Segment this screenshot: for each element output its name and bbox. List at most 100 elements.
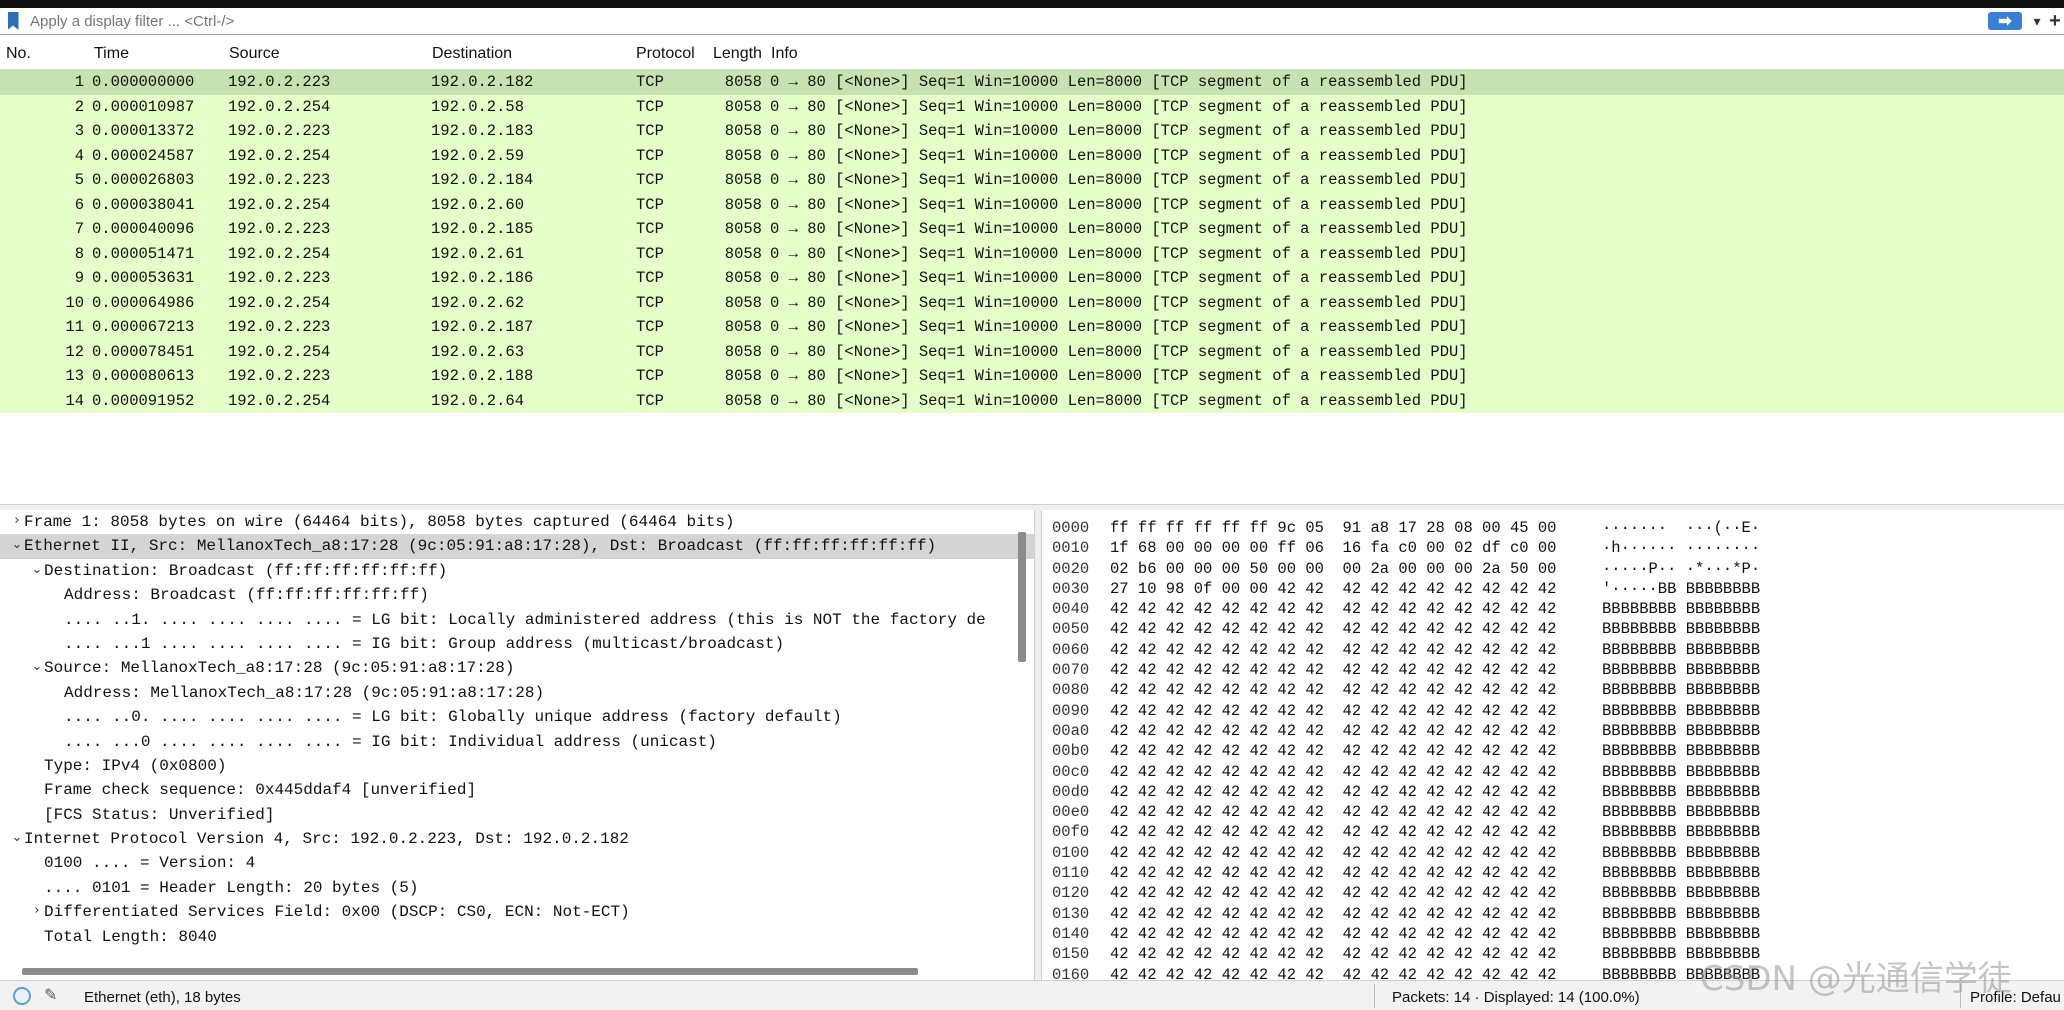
column-header-source[interactable]: Source <box>229 45 280 63</box>
vertical-pane-splitter[interactable] <box>1034 510 1042 980</box>
bytes-row[interactable]: 0030 27 10 98 0f 00 00 42 42 42 42 42 42 … <box>1042 578 2064 598</box>
bytes-row[interactable]: 00b0 42 42 42 42 42 42 42 42 42 42 42 42 … <box>1042 740 2064 760</box>
packet-protocol: TCP <box>636 97 664 116</box>
capture-comment-edit-icon[interactable]: ✎ <box>44 985 62 1004</box>
bytes-hex: 42 42 42 42 42 42 42 42 42 42 42 42 42 4… <box>1110 661 1557 680</box>
detail-tree-row[interactable]: ⌄ Source: MellanoxTech_a8:17:28 (9c:05:91… <box>0 656 1034 680</box>
packet-row[interactable]: 10 0.000064986 192.0.2.254 192.0.2.62 TCP 805… <box>0 290 2064 315</box>
packet-row[interactable]: 12 0.000078451 192.0.2.254 192.0.2.63 TCP 805… <box>0 339 2064 364</box>
packet-length: 8058 <box>724 122 762 140</box>
apply-filter-arrow-icon[interactable]: ➡ <box>1988 12 2022 30</box>
packet-row[interactable]: 7 0.000040096 192.0.2.223 192.0.2.185 TCP 805… <box>0 217 2064 242</box>
packet-row[interactable]: 3 0.000013372 192.0.2.223 192.0.2.183 TCP 805… <box>0 119 2064 144</box>
bytes-row[interactable]: 00d0 42 42 42 42 42 42 42 42 42 42 42 42 … <box>1042 781 2064 801</box>
bytes-offset: 0000 <box>1052 519 1090 537</box>
detail-tree-row[interactable]: ⌄ Destination: Broadcast (ff:ff:ff:ff:ff:… <box>0 559 1034 583</box>
detail-tree-text: 0100 .... = Version: 4 <box>44 854 256 873</box>
bytes-row[interactable]: 00a0 42 42 42 42 42 42 42 42 42 42 42 42 … <box>1042 720 2064 740</box>
bytes-hex: 42 42 42 42 42 42 42 42 42 42 42 42 42 4… <box>1110 823 1557 842</box>
detail-tree-row[interactable]: Frame check sequence: 0x445ddaf4 [unveri… <box>0 778 1034 802</box>
detail-tree-row[interactable]: .... ..0. .... .... .... .... = LG bit: … <box>0 705 1034 729</box>
bytes-row[interactable]: 0060 42 42 42 42 42 42 42 42 42 42 42 42 … <box>1042 639 2064 659</box>
display-filter-input[interactable] <box>26 9 1988 33</box>
column-header-length[interactable]: Length <box>713 45 762 63</box>
detail-tree-text: Address: MellanoxTech_a8:17:28 (9c:05:91… <box>64 683 545 702</box>
bytes-row[interactable]: 00f0 42 42 42 42 42 42 42 42 42 42 42 42 … <box>1042 821 2064 841</box>
bytes-row[interactable]: 0130 42 42 42 42 42 42 42 42 42 42 42 42 … <box>1042 903 2064 923</box>
packet-protocol: TCP <box>636 171 664 189</box>
packet-destination: 192.0.2.186 <box>431 269 534 287</box>
bytes-offset: 0110 <box>1052 864 1090 883</box>
packet-destination: 192.0.2.182 <box>431 73 534 91</box>
status-profile[interactable]: Profile: Defau <box>1970 989 2061 1006</box>
detail-tree-row[interactable]: [FCS Status: Unverified] <box>0 803 1034 827</box>
detail-tree-row[interactable]: › Differentiated Services Field: 0x00 (DS… <box>0 900 1034 924</box>
bytes-row[interactable]: 00e0 42 42 42 42 42 42 42 42 42 42 42 42 … <box>1042 801 2064 821</box>
packet-destination: 192.0.2.61 <box>431 244 525 263</box>
packet-row[interactable]: 6 0.000038041 192.0.2.254 192.0.2.60 TCP 8058… <box>0 192 2064 217</box>
details-horizontal-scrollbar[interactable] <box>22 968 918 975</box>
packet-no: 13 <box>65 367 84 385</box>
detail-tree-row[interactable]: .... ...0 .... .... .... .... = IG bit: … <box>0 730 1034 754</box>
detail-tree-row[interactable]: 0100 .... = Version: 4 <box>0 851 1034 875</box>
bytes-row[interactable]: 0040 42 42 42 42 42 42 42 42 42 42 42 42 … <box>1042 598 2064 618</box>
bytes-hex: 42 42 42 42 42 42 42 42 42 42 42 42 42 4… <box>1110 864 1557 883</box>
packet-no: 8 <box>74 244 84 263</box>
packet-protocol: TCP <box>636 195 664 214</box>
bytes-row[interactable]: 0000 ff ff ff ff ff ff 9c 05 91 a8 17 28 … <box>1042 517 2064 537</box>
bytes-ascii: ·h······ ········ <box>1602 539 1761 558</box>
bytes-row[interactable]: 0050 42 42 42 42 42 42 42 42 42 42 42 42 … <box>1042 618 2064 638</box>
detail-tree-row[interactable]: .... ..1. .... .... .... .... = LG bit: … <box>0 608 1034 632</box>
packet-destination: 192.0.2.58 <box>431 97 525 116</box>
detail-tree-row[interactable]: › Frame 1: 8058 bytes on wire (64464 bits… <box>0 510 1034 534</box>
detail-tree-row[interactable]: .... 0101 = Header Length: 20 bytes (5) <box>0 876 1034 900</box>
detail-tree-text: Destination: Broadcast (ff:ff:ff:ff:ff:f… <box>44 561 448 580</box>
packet-row[interactable]: 2 0.000010987 192.0.2.254 192.0.2.58 TCP 8058… <box>0 94 2064 119</box>
column-header-destination[interactable]: Destination <box>432 45 512 63</box>
packet-row[interactable]: 4 0.000024587 192.0.2.254 192.0.2.59 TCP 8058… <box>0 143 2064 168</box>
packet-row[interactable]: 1 0.000000000 192.0.2.223 192.0.2.182 TCP 805… <box>0 70 2064 95</box>
bytes-offset: 00a0 <box>1052 721 1090 740</box>
detail-tree-row[interactable]: Address: Broadcast (ff:ff:ff:ff:ff:ff) <box>0 583 1034 607</box>
expand-chevron-down-icon[interactable]: ⌄ <box>30 562 44 577</box>
bytes-row[interactable]: 0080 42 42 42 42 42 42 42 42 42 42 42 42 … <box>1042 679 2064 699</box>
detail-tree-row[interactable]: Total Length: 8040 <box>0 925 1034 949</box>
detail-tree-row[interactable]: Address: MellanoxTech_a8:17:28 (9c:05:91… <box>0 681 1034 705</box>
packet-row[interactable]: 11 0.000067213 192.0.2.223 192.0.2.187 TCP 80… <box>0 315 2064 340</box>
column-header-protocol[interactable]: Protocol <box>636 45 695 63</box>
expand-chevron-down-icon[interactable]: ⌄ <box>30 659 44 674</box>
bytes-row[interactable]: 0160 42 42 42 42 42 42 42 42 42 42 42 42 … <box>1042 964 2064 980</box>
details-vertical-scrollbar[interactable] <box>1018 532 1026 662</box>
expand-chevron-down-icon[interactable]: ⌄ <box>10 830 24 845</box>
packet-row[interactable]: 14 0.000091952 192.0.2.254 192.0.2.64 TCP 805… <box>0 388 2064 413</box>
detail-tree-row[interactable]: Type: IPv4 (0x0800) <box>0 754 1034 778</box>
column-header-time[interactable]: Time <box>94 45 129 63</box>
collapse-chevron-right-icon[interactable]: › <box>10 513 24 528</box>
column-header-no[interactable]: No. <box>6 45 31 63</box>
detail-tree-row[interactable]: ⌄ Ethernet II, Src: MellanoxTech_a8:17:28… <box>0 534 1034 559</box>
detail-tree-text: Ethernet II, Src: MellanoxTech_a8:17:28 … <box>24 537 937 556</box>
bytes-row[interactable]: 0120 42 42 42 42 42 42 42 42 42 42 42 42 … <box>1042 882 2064 902</box>
column-header-info[interactable]: Info <box>771 45 798 63</box>
bytes-row[interactable]: 0090 42 42 42 42 42 42 42 42 42 42 42 42 … <box>1042 700 2064 720</box>
detail-tree-row[interactable]: ⌄ Internet Protocol Version 4, Src: 192.0… <box>0 827 1034 851</box>
detail-tree-row[interactable]: .... ...1 .... .... .... .... = IG bit: … <box>0 632 1034 656</box>
filter-history-chevron-down-icon[interactable]: ▾ <box>2028 9 2046 33</box>
packet-row[interactable]: 9 0.000053631 192.0.2.223 192.0.2.186 TCP 805… <box>0 266 2064 291</box>
packet-row[interactable]: 5 0.000026803 192.0.2.223 192.0.2.184 TCP 805… <box>0 168 2064 193</box>
bytes-row[interactable]: 0010 1f 68 00 00 00 00 ff 06 16 fa c0 00 … <box>1042 537 2064 557</box>
packet-row[interactable]: 13 0.000080613 192.0.2.223 192.0.2.188 TCP 80… <box>0 364 2064 389</box>
filter-bookmark-icon[interactable] <box>0 8 26 34</box>
add-filter-button-plus-icon[interactable]: + <box>2046 9 2064 33</box>
expert-info-circle-icon[interactable] <box>13 987 31 1005</box>
collapse-chevron-right-icon[interactable]: › <box>30 903 44 918</box>
bytes-row[interactable]: 0100 42 42 42 42 42 42 42 42 42 42 42 42 … <box>1042 842 2064 862</box>
bytes-row[interactable]: 0150 42 42 42 42 42 42 42 42 42 42 42 42 … <box>1042 943 2064 963</box>
bytes-row[interactable]: 0140 42 42 42 42 42 42 42 42 42 42 42 42 … <box>1042 923 2064 943</box>
packet-row[interactable]: 8 0.000051471 192.0.2.254 192.0.2.61 TCP 8058… <box>0 241 2064 266</box>
bytes-row[interactable]: 0020 02 b6 00 00 00 50 00 00 00 2a 00 00 … <box>1042 558 2064 578</box>
bytes-row[interactable]: 0110 42 42 42 42 42 42 42 42 42 42 42 42 … <box>1042 862 2064 882</box>
expand-chevron-down-icon[interactable]: ⌄ <box>10 537 24 552</box>
bytes-row[interactable]: 00c0 42 42 42 42 42 42 42 42 42 42 42 42 … <box>1042 761 2064 781</box>
bytes-row[interactable]: 0070 42 42 42 42 42 42 42 42 42 42 42 42 … <box>1042 659 2064 679</box>
